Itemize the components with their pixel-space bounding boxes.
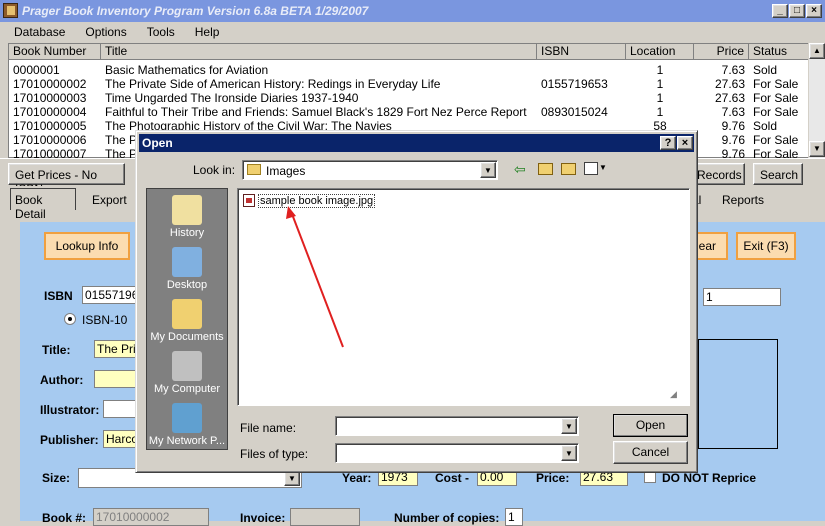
arrow-shaft (291, 213, 344, 348)
annotation-arrow (286, 206, 344, 348)
arrow-head (286, 206, 296, 219)
